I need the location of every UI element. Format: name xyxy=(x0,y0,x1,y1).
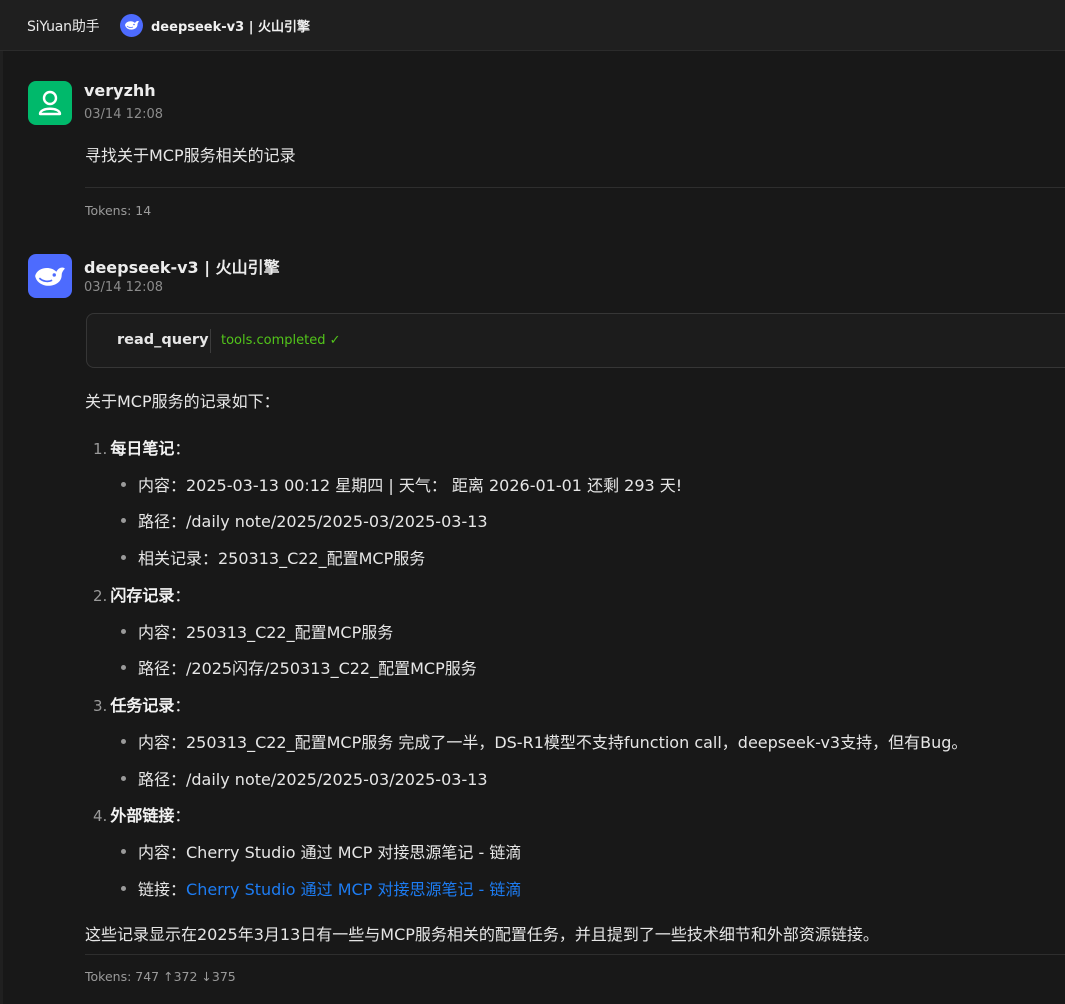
message-divider xyxy=(85,954,1065,955)
list-item-text: 内容：2025-03-13 00:12 星期四 | 天气： 距离 2026-01… xyxy=(138,476,683,495)
assistant-reply: 关于MCP服务的记录如下： 1. 每日笔记： 内容：2025-03-13 00:1… xyxy=(85,388,1065,948)
bullet-dot xyxy=(121,739,126,744)
reply-summary: 这些记录显示在2025年3月13日有一些与MCP服务相关的配置任务，并且提到了一… xyxy=(85,925,879,944)
user-message-text: 寻找关于MCP服务相关的记录 xyxy=(85,146,296,165)
bullet-dot xyxy=(121,482,126,487)
tool-name: read_query xyxy=(117,332,209,348)
list-item-text: 路径：/daily note/2025/2025-03/2025-03-13 xyxy=(138,770,488,789)
section-number: 3. xyxy=(93,697,108,715)
top-bar: SiYuan助手 deepseek-v3 | 火山引擎 xyxy=(0,0,1065,51)
list-item-text: 路径：/2025闪存/250313_C22_配置MCP服务 xyxy=(138,659,477,678)
section-title: 外部链接 xyxy=(110,806,175,825)
list-section: 1. 每日笔记： xyxy=(93,435,190,459)
bullet-dot xyxy=(121,849,126,854)
bullet-dot xyxy=(121,886,126,891)
list-item-text: 相关记录：250313_C22_配置MCP服务 xyxy=(138,549,426,568)
list-item: 路径：/daily note/2025/2025-03/2025-03-13 xyxy=(121,508,488,532)
user-message: veryzhh 03/14 12:08 寻找关于MCP服务相关的记录 Token… xyxy=(28,81,1065,221)
list-item: 路径：/daily note/2025/2025-03/2025-03-13 xyxy=(121,766,488,790)
model-selector[interactable]: deepseek-v3 | 火山引擎 xyxy=(120,13,310,37)
tool-status: tools.completed ✓ xyxy=(221,333,341,348)
user-avatar xyxy=(28,81,72,125)
section-title: 每日笔记 xyxy=(110,439,175,458)
bullet-dot xyxy=(121,776,126,781)
list-item: 内容：250313_C22_配置MCP服务 xyxy=(121,619,393,643)
token-count: Tokens: 747 ↑372 ↓375 xyxy=(85,969,236,984)
message-time: 03/14 12:08 xyxy=(84,107,164,122)
section-colon: ： xyxy=(174,696,191,715)
model-label: deepseek-v3 | 火山引擎 xyxy=(151,19,310,35)
list-item: 相关记录：250313_C22_配置MCP服务 xyxy=(121,545,425,569)
token-count: Tokens: 14 xyxy=(85,203,152,218)
sender-name: veryzhh xyxy=(84,81,156,100)
reply-intro: 关于MCP服务的记录如下： xyxy=(85,392,280,411)
app-title: SiYuan助手 xyxy=(27,19,100,35)
deepseek-whale-icon xyxy=(35,267,65,286)
list-item: 链接：Cherry Studio 通过 MCP 对接思源笔记 - 链滴 xyxy=(121,876,521,900)
assistant-message: deepseek-v3 | 火山引擎 03/14 12:08 read_quer… xyxy=(28,254,1065,994)
section-title: 闪存记录 xyxy=(110,586,175,605)
section-colon: ： xyxy=(174,806,191,825)
link-label: 链接： xyxy=(138,880,187,899)
section-number: 4. xyxy=(93,807,108,825)
bullet-dot xyxy=(121,555,126,560)
list-section: 4. 外部链接： xyxy=(93,802,190,826)
list-item-text: 路径：/daily note/2025/2025-03/2025-03-13 xyxy=(138,512,488,531)
list-section: 3. 任务记录： xyxy=(93,692,190,716)
bullet-dot xyxy=(121,518,126,523)
message-divider xyxy=(85,187,1065,188)
list-item-text: 内容：Cherry Studio 通过 MCP 对接思源笔记 - 链滴 xyxy=(138,843,522,862)
tool-divider xyxy=(210,329,211,353)
section-number: 2. xyxy=(93,587,108,605)
list-item-text: 内容：250313_C22_配置MCP服务 xyxy=(138,623,394,642)
bullet-dot xyxy=(121,629,126,634)
list-item: 内容：250313_C22_配置MCP服务 完成了一半，DS-R1模型不支持fu… xyxy=(121,729,967,753)
tool-call-card[interactable]: read_query tools.completed ✓ xyxy=(86,313,1065,368)
section-colon: ： xyxy=(174,586,191,605)
bullet-dot xyxy=(121,665,126,670)
message-time: 03/14 12:08 xyxy=(84,280,164,295)
sender-name: deepseek-v3 | 火山引擎 xyxy=(84,258,280,277)
section-number: 1. xyxy=(93,440,108,458)
external-link[interactable]: Cherry Studio 通过 MCP 对接思源笔记 - 链滴 xyxy=(186,880,521,899)
user-icon xyxy=(38,90,62,116)
list-item: 内容：2025-03-13 00:12 星期四 | 天气： 距离 2026-01… xyxy=(121,472,682,496)
list-section: 2. 闪存记录： xyxy=(93,582,190,606)
section-colon: ： xyxy=(174,439,191,458)
list-item: 内容：Cherry Studio 通过 MCP 对接思源笔记 - 链滴 xyxy=(121,839,521,863)
assistant-avatar xyxy=(28,254,72,298)
left-rule xyxy=(0,51,3,1004)
section-title: 任务记录 xyxy=(110,696,175,715)
deepseek-whale-icon xyxy=(120,13,143,37)
list-item: 路径：/2025闪存/250313_C22_配置MCP服务 xyxy=(121,655,477,679)
list-item-text: 内容：250313_C22_配置MCP服务 完成了一半，DS-R1模型不支持fu… xyxy=(138,733,968,752)
